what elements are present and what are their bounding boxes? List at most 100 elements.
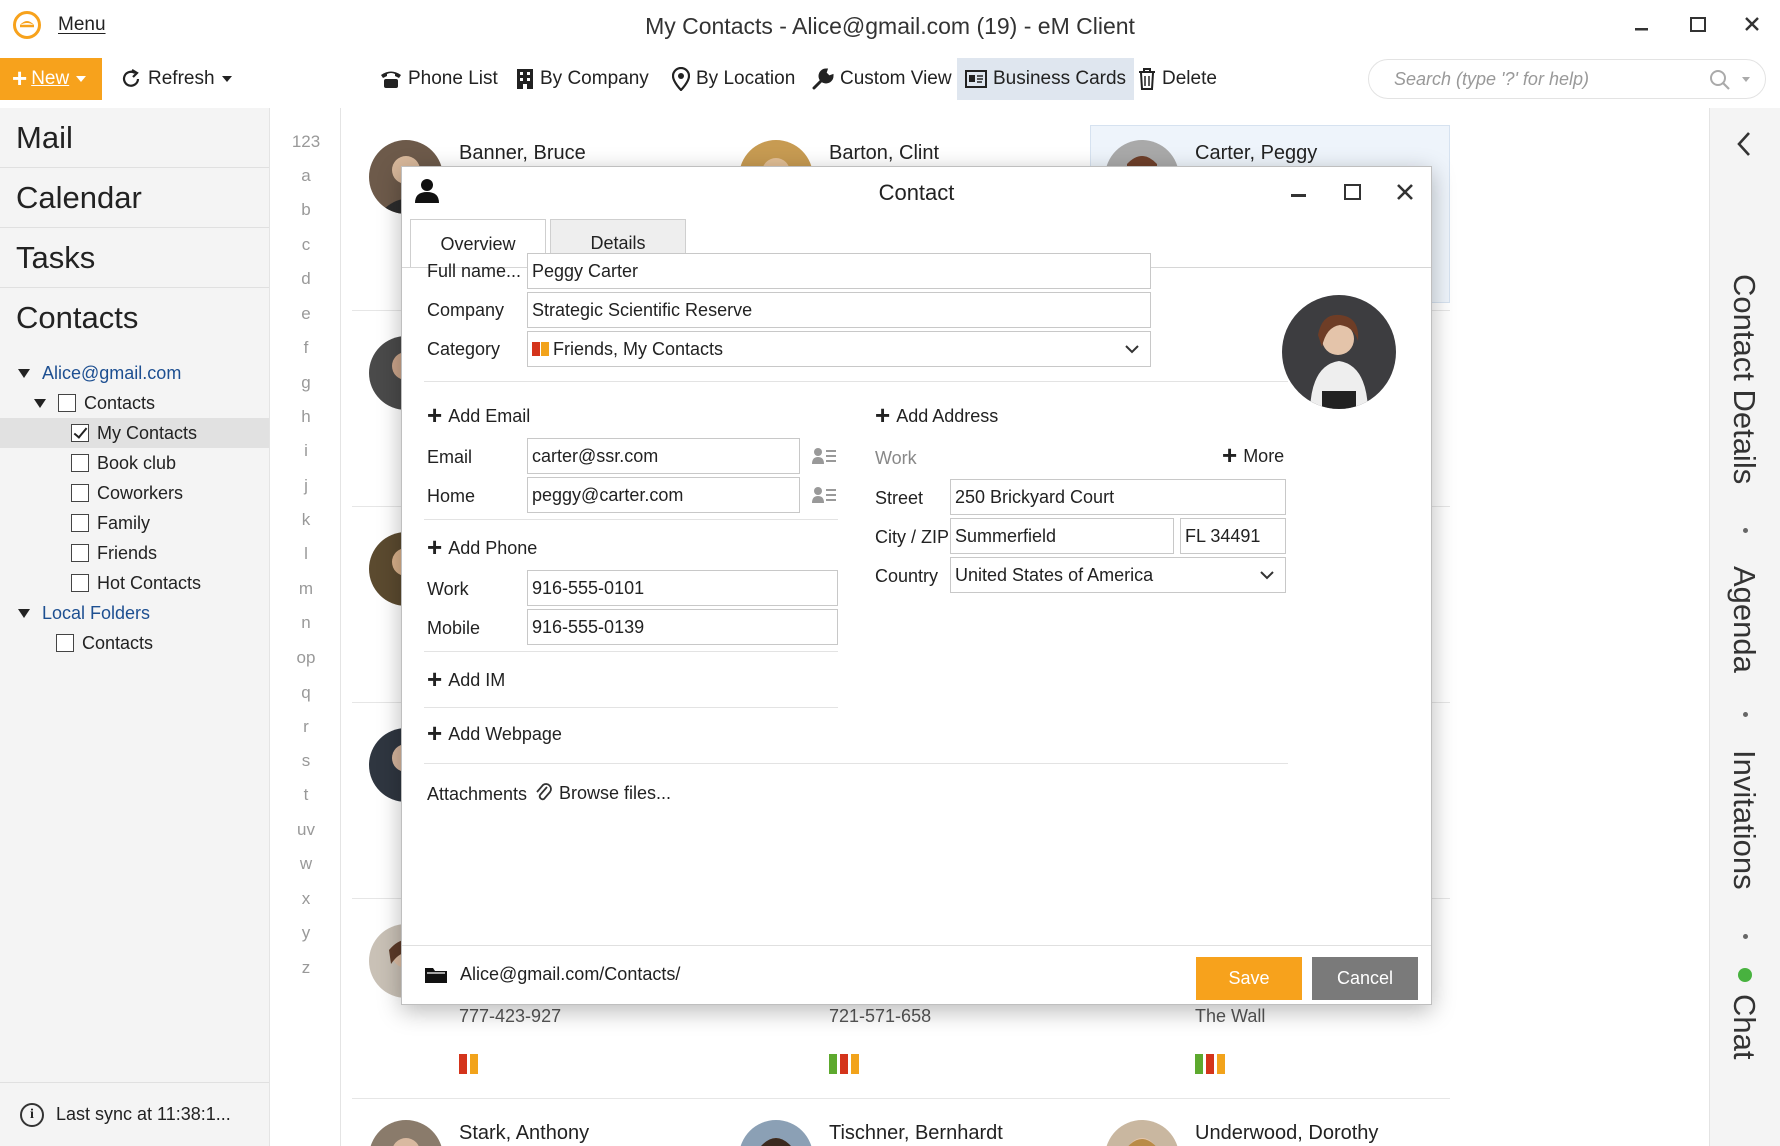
search-input[interactable]: Search (type '?' for help): [1368, 59, 1766, 99]
maximize-icon[interactable]: [1678, 10, 1718, 40]
alphabet-letter[interactable]: e: [271, 304, 341, 324]
nav-contacts[interactable]: Contacts: [0, 288, 269, 348]
alphabet-letter[interactable]: j: [271, 476, 341, 496]
close-icon[interactable]: [1387, 177, 1423, 207]
view-by-location-button[interactable]: By Location: [664, 58, 803, 100]
alphabet-letter[interactable]: i: [271, 441, 341, 461]
alphabet-letter[interactable]: h: [271, 407, 341, 427]
minimize-icon[interactable]: [1280, 177, 1316, 207]
add-im-button[interactable]: + Add IM: [427, 666, 505, 692]
card-name[interactable]: Banner, Bruce: [459, 142, 586, 165]
view-phone-list-button[interactable]: Phone List: [372, 58, 506, 100]
alphabet-letter[interactable]: x: [271, 889, 341, 909]
email-type-label[interactable]: Email: [427, 447, 472, 468]
nav-tasks[interactable]: Tasks: [0, 228, 269, 288]
email-type-label[interactable]: Home: [427, 486, 475, 507]
tree-item-my-contacts[interactable]: My Contacts: [0, 418, 269, 448]
alphabet-letter[interactable]: d: [271, 269, 341, 289]
alphabet-letter[interactable]: y: [271, 923, 341, 943]
nav-calendar[interactable]: Calendar: [0, 168, 269, 228]
contact-photo[interactable]: [1282, 295, 1396, 409]
save-button[interactable]: Save: [1196, 957, 1302, 1000]
card-name[interactable]: Tischner, Bernhardt: [829, 1122, 1003, 1145]
add-email-button[interactable]: + Add Email: [427, 402, 530, 428]
browse-files-button[interactable]: Browse files...: [535, 782, 671, 804]
alphabet-letter[interactable]: uv: [271, 820, 341, 840]
phone-field[interactable]: 916-555-0139: [527, 609, 838, 645]
card-name[interactable]: Underwood, Dorothy: [1195, 1122, 1378, 1145]
card-name[interactable]: Stark, Anthony: [459, 1122, 589, 1145]
alphabet-letter[interactable]: k: [271, 510, 341, 530]
card-name[interactable]: Barton, Clint: [829, 142, 939, 165]
alphabet-letter[interactable]: s: [271, 751, 341, 771]
zip-field[interactable]: FL 34491: [1180, 518, 1286, 554]
alphabet-letter[interactable]: n: [271, 613, 341, 633]
expand-triangle-icon[interactable]: [18, 368, 30, 378]
alphabet-letter[interactable]: t: [271, 785, 341, 805]
full-name-label[interactable]: Full name...: [427, 261, 521, 282]
view-by-company-button[interactable]: By Company: [508, 58, 657, 100]
chevron-down-icon[interactable]: [1124, 341, 1140, 357]
alphabet-letter[interactable]: b: [271, 200, 341, 220]
tree-item-family[interactable]: Family: [0, 508, 269, 538]
panel-contact-details[interactable]: Contact Details: [1726, 274, 1762, 484]
expand-triangle-icon[interactable]: [18, 608, 30, 618]
checkbox[interactable]: [71, 454, 89, 472]
em-client-logo-icon[interactable]: [12, 10, 42, 40]
checkbox[interactable]: [71, 514, 89, 532]
panel-invitations[interactable]: Invitations: [1726, 750, 1762, 890]
phone-type-label[interactable]: Work: [427, 579, 469, 600]
view-custom-button[interactable]: Custom View: [804, 58, 960, 100]
alphabet-letter[interactable]: 123: [271, 132, 341, 152]
street-field[interactable]: 250 Brickyard Court: [950, 479, 1286, 515]
folder-path[interactable]: Alice@gmail.com/Contacts/: [424, 964, 680, 985]
expand-triangle-icon[interactable]: [34, 398, 46, 408]
alphabet-letter[interactable]: c: [271, 235, 341, 255]
add-phone-button[interactable]: + Add Phone: [427, 534, 537, 560]
add-address-button[interactable]: + Add Address: [875, 402, 998, 428]
category-select[interactable]: Friends, My Contacts: [527, 331, 1151, 367]
refresh-button[interactable]: Refresh: [112, 58, 241, 100]
alphabet-letter[interactable]: m: [271, 579, 341, 599]
alphabet-letter[interactable]: q: [271, 683, 341, 703]
full-name-field[interactable]: Peggy Carter: [527, 253, 1151, 289]
tree-item-hot-contacts[interactable]: Hot Contacts: [0, 568, 269, 598]
tree-item-friends[interactable]: Friends: [0, 538, 269, 568]
chevron-left-icon[interactable]: [1734, 130, 1754, 158]
panel-chat[interactable]: Chat: [1726, 994, 1762, 1059]
phone-field[interactable]: 916-555-0101: [527, 570, 838, 606]
alphabet-letter[interactable]: op: [271, 648, 341, 668]
alphabet-letter[interactable]: w: [271, 854, 341, 874]
city-field[interactable]: Summerfield: [950, 518, 1174, 554]
tree-contacts-root[interactable]: Contacts: [0, 388, 269, 418]
tree-item-book-club[interactable]: Book club: [0, 448, 269, 478]
alphabet-letter[interactable]: f: [271, 338, 341, 358]
maximize-icon[interactable]: [1334, 177, 1370, 207]
panel-agenda[interactable]: Agenda: [1726, 566, 1762, 673]
cancel-button[interactable]: Cancel: [1312, 957, 1418, 1000]
phone-type-label[interactable]: Mobile: [427, 618, 480, 639]
tree-item-coworkers[interactable]: Coworkers: [0, 478, 269, 508]
add-webpage-button[interactable]: + Add Webpage: [427, 720, 562, 746]
tree-local-contacts[interactable]: Contacts: [0, 628, 269, 658]
alphabet-letter[interactable]: r: [271, 717, 341, 737]
checkbox[interactable]: [56, 634, 74, 652]
checkbox[interactable]: [71, 424, 89, 442]
nav-mail[interactable]: Mail: [0, 108, 269, 168]
info-icon[interactable]: i: [20, 1102, 44, 1127]
alphabet-letter[interactable]: a: [271, 166, 341, 186]
chevron-down-icon[interactable]: [1259, 567, 1275, 583]
minimize-icon[interactable]: [1622, 10, 1662, 40]
alphabet-letter[interactable]: l: [271, 544, 341, 564]
checkbox[interactable]: [71, 574, 89, 592]
view-business-cards-button[interactable]: Business Cards: [957, 58, 1135, 100]
checkbox[interactable]: [71, 544, 89, 562]
close-icon[interactable]: [1732, 10, 1772, 40]
company-field[interactable]: Strategic Scientific Reserve: [527, 292, 1151, 328]
tree-local-folders[interactable]: Local Folders: [0, 598, 269, 628]
contact-card-icon[interactable]: [812, 486, 836, 504]
address-type-label[interactable]: Work: [875, 448, 917, 469]
delete-button[interactable]: Delete: [1130, 58, 1225, 100]
tree-account[interactable]: Alice@gmail.com: [0, 358, 269, 388]
alphabet-letter[interactable]: g: [271, 373, 341, 393]
